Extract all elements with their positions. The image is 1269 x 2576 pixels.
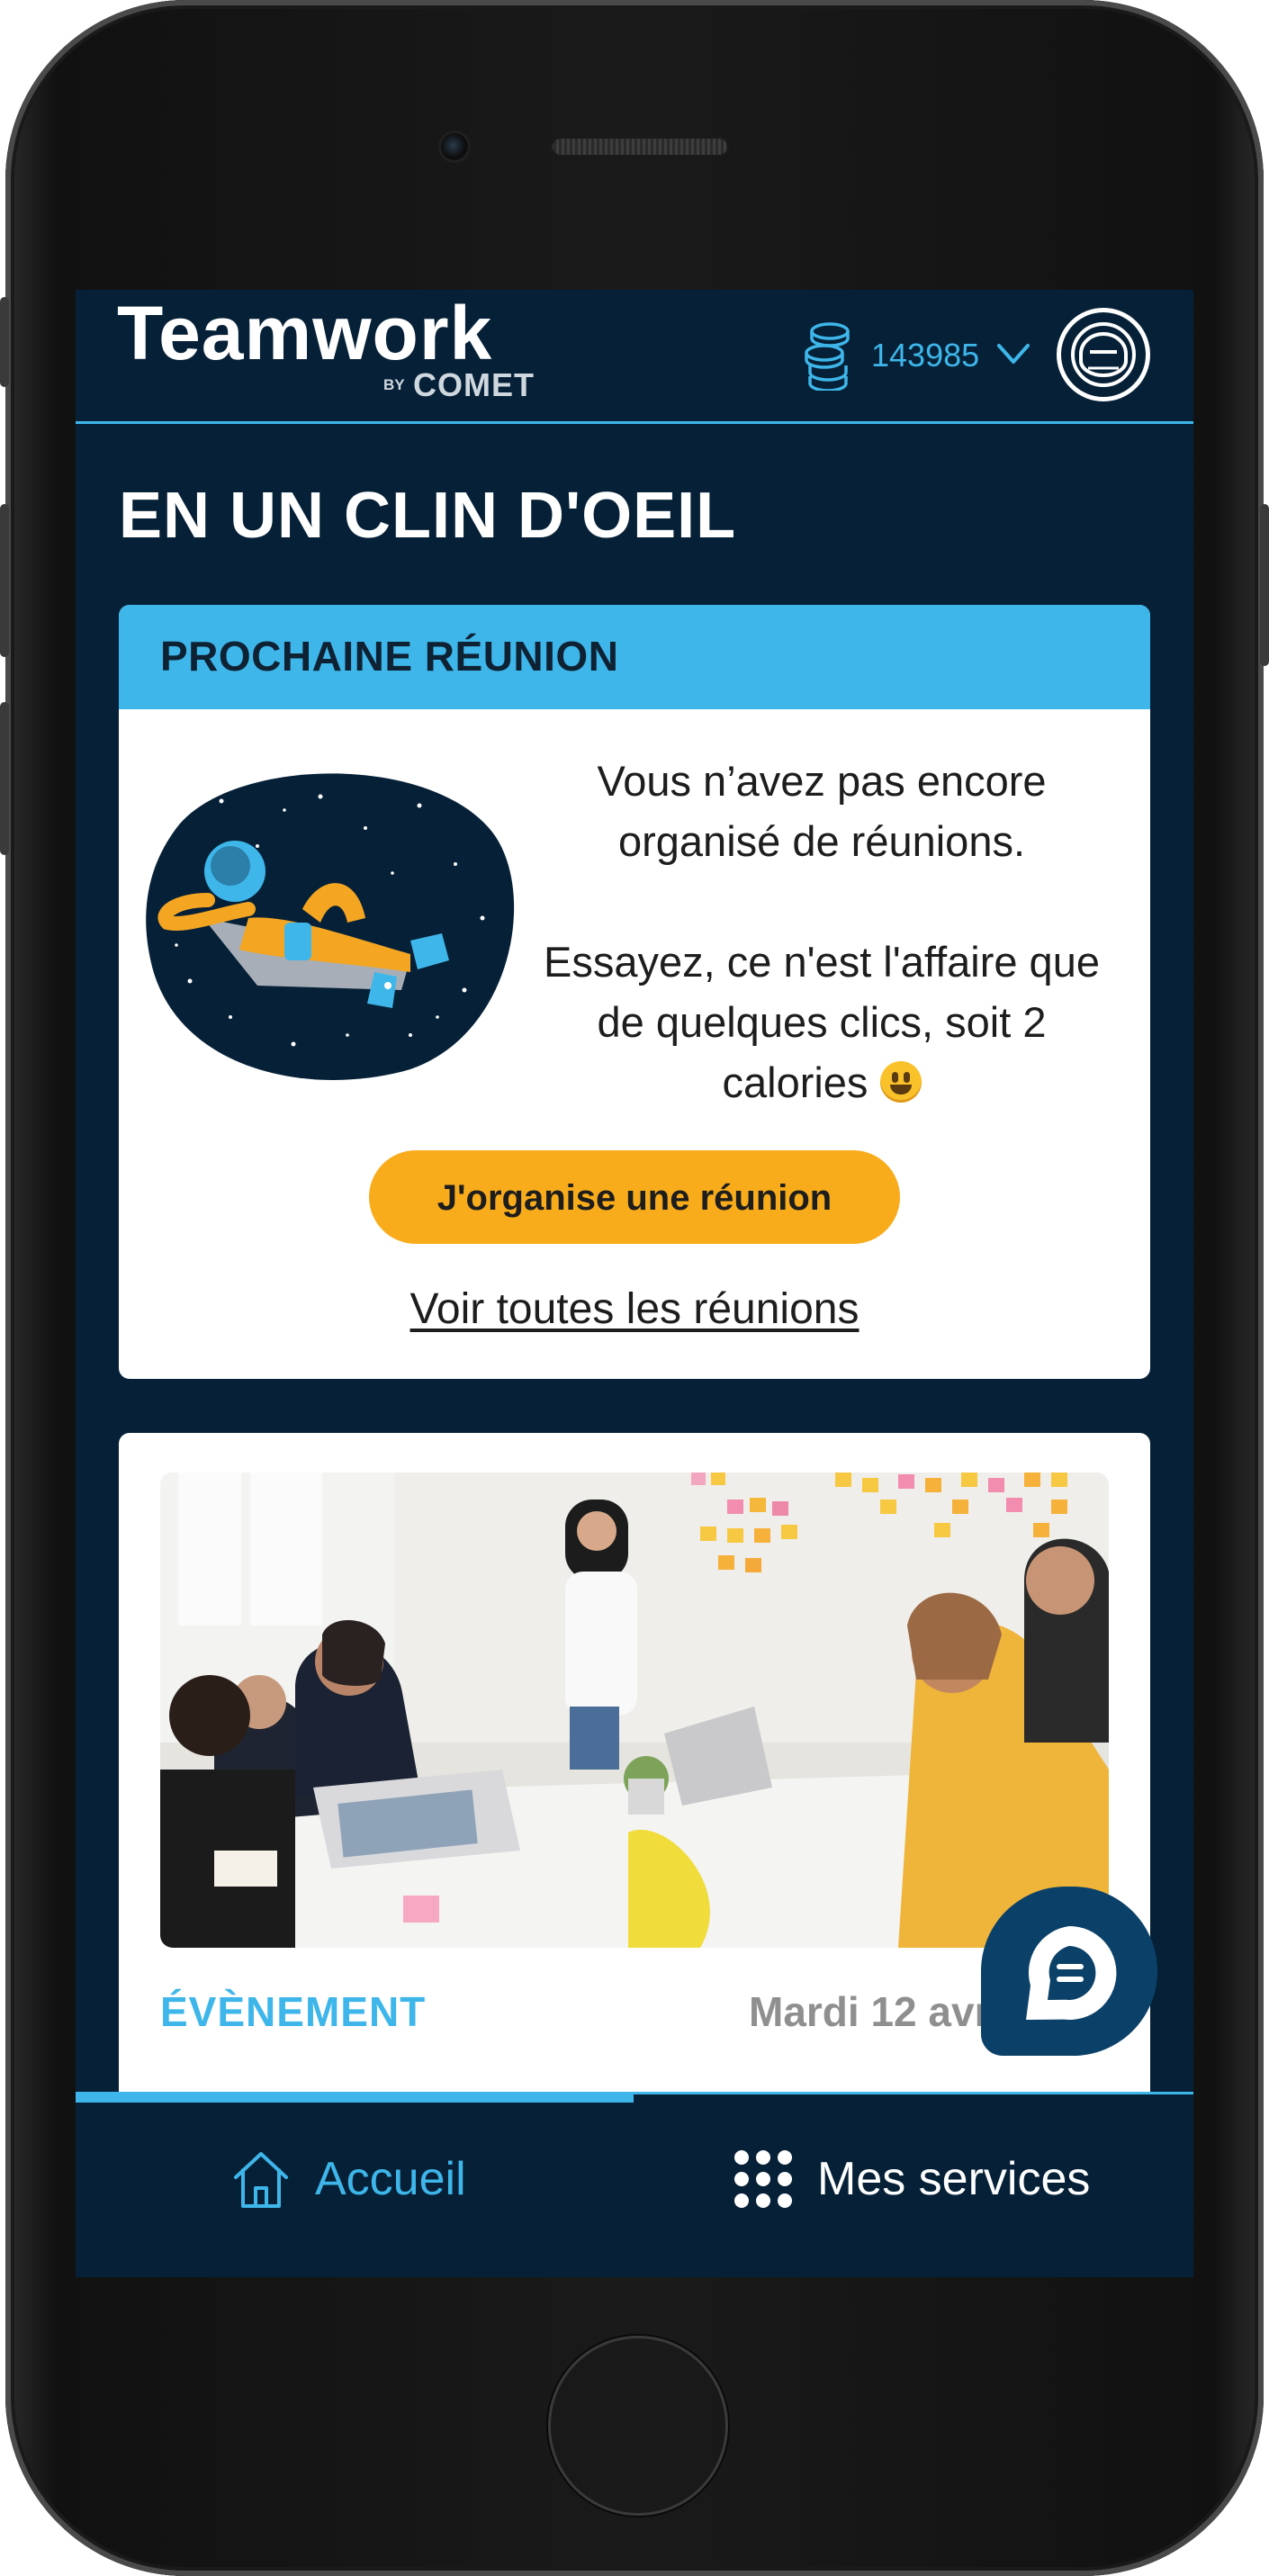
astronaut-avatar-icon	[1071, 322, 1136, 387]
organize-meeting-button[interactable]: J'organise une réunion	[369, 1150, 900, 1244]
app-logo[interactable]: Teamwork	[117, 295, 492, 371]
home-button[interactable]	[548, 2336, 728, 2516]
next-meeting-title: PROCHAINE RÉUNION	[160, 633, 619, 680]
logo-by-label: BY	[383, 376, 405, 393]
event-type-label: ÉVÈNEMENT	[160, 1988, 427, 2035]
nav-item-home-label: Accueil	[315, 2153, 466, 2205]
phone-frame: Teamwork BY COMET 143985 EN UN CLIN D'OE…	[0, 0, 1269, 2576]
no-meeting-message: Vous n’avez pas encore organisé de réuni…	[520, 751, 1123, 1112]
bottom-navigation: Accueil Mes services	[76, 2092, 1193, 2277]
chat-button[interactable]	[981, 1887, 1157, 2056]
chevron-down-icon[interactable]	[995, 340, 1031, 367]
event-photo	[160, 1473, 1109, 1948]
logo-wordmark: Teamwork	[117, 291, 493, 375]
home-icon	[234, 2152, 288, 2208]
next-meeting-card-header: PROCHAINE RÉUNION	[119, 605, 1150, 709]
active-tab-indicator	[76, 2092, 634, 2103]
app-header: Teamwork BY COMET 143985	[76, 290, 1193, 424]
power-button	[1260, 504, 1269, 666]
coins-icon	[805, 322, 850, 391]
see-all-meetings-link[interactable]: Voir toutes les réunions	[119, 1284, 1150, 1334]
user-avatar[interactable]	[1057, 308, 1150, 401]
nav-item-services[interactable]: Mes services	[731, 2132, 1090, 2226]
next-meeting-card: PROCHAINE RÉUNION Vous n’avez pas encore…	[119, 605, 1150, 1379]
nav-item-home[interactable]: Accueil	[229, 2132, 466, 2226]
chat-bubble-icon	[1026, 1925, 1117, 2020]
silent-switch	[0, 297, 9, 387]
earpiece-speaker	[551, 137, 729, 157]
volume-up-button	[0, 504, 9, 657]
logo-brand-label: COMET	[413, 366, 535, 403]
front-camera	[441, 133, 468, 160]
no-meeting-hint: Essayez, ce n'est l'affaire que de quelq…	[520, 932, 1123, 1112]
nav-item-services-label: Mes services	[817, 2153, 1091, 2205]
astronaut-illustration	[146, 773, 515, 1080]
volume-down-button	[0, 702, 9, 855]
coins-balance[interactable]: 143985	[871, 337, 979, 374]
page-title: EN UN CLIN D'OEIL	[119, 480, 737, 552]
no-meeting-hint-text: Essayez, ce n'est l'affaire que de quelq…	[544, 938, 1100, 1106]
grid-icon	[734, 2150, 792, 2208]
no-meeting-text: Vous n’avez pas encore organisé de réuni…	[597, 757, 1047, 865]
app-screen: Teamwork BY COMET 143985 EN UN CLIN D'OE…	[76, 290, 1193, 2277]
grinning-face-emoji	[879, 1061, 922, 1103]
meeting-photo-illustration	[160, 1473, 1109, 1948]
